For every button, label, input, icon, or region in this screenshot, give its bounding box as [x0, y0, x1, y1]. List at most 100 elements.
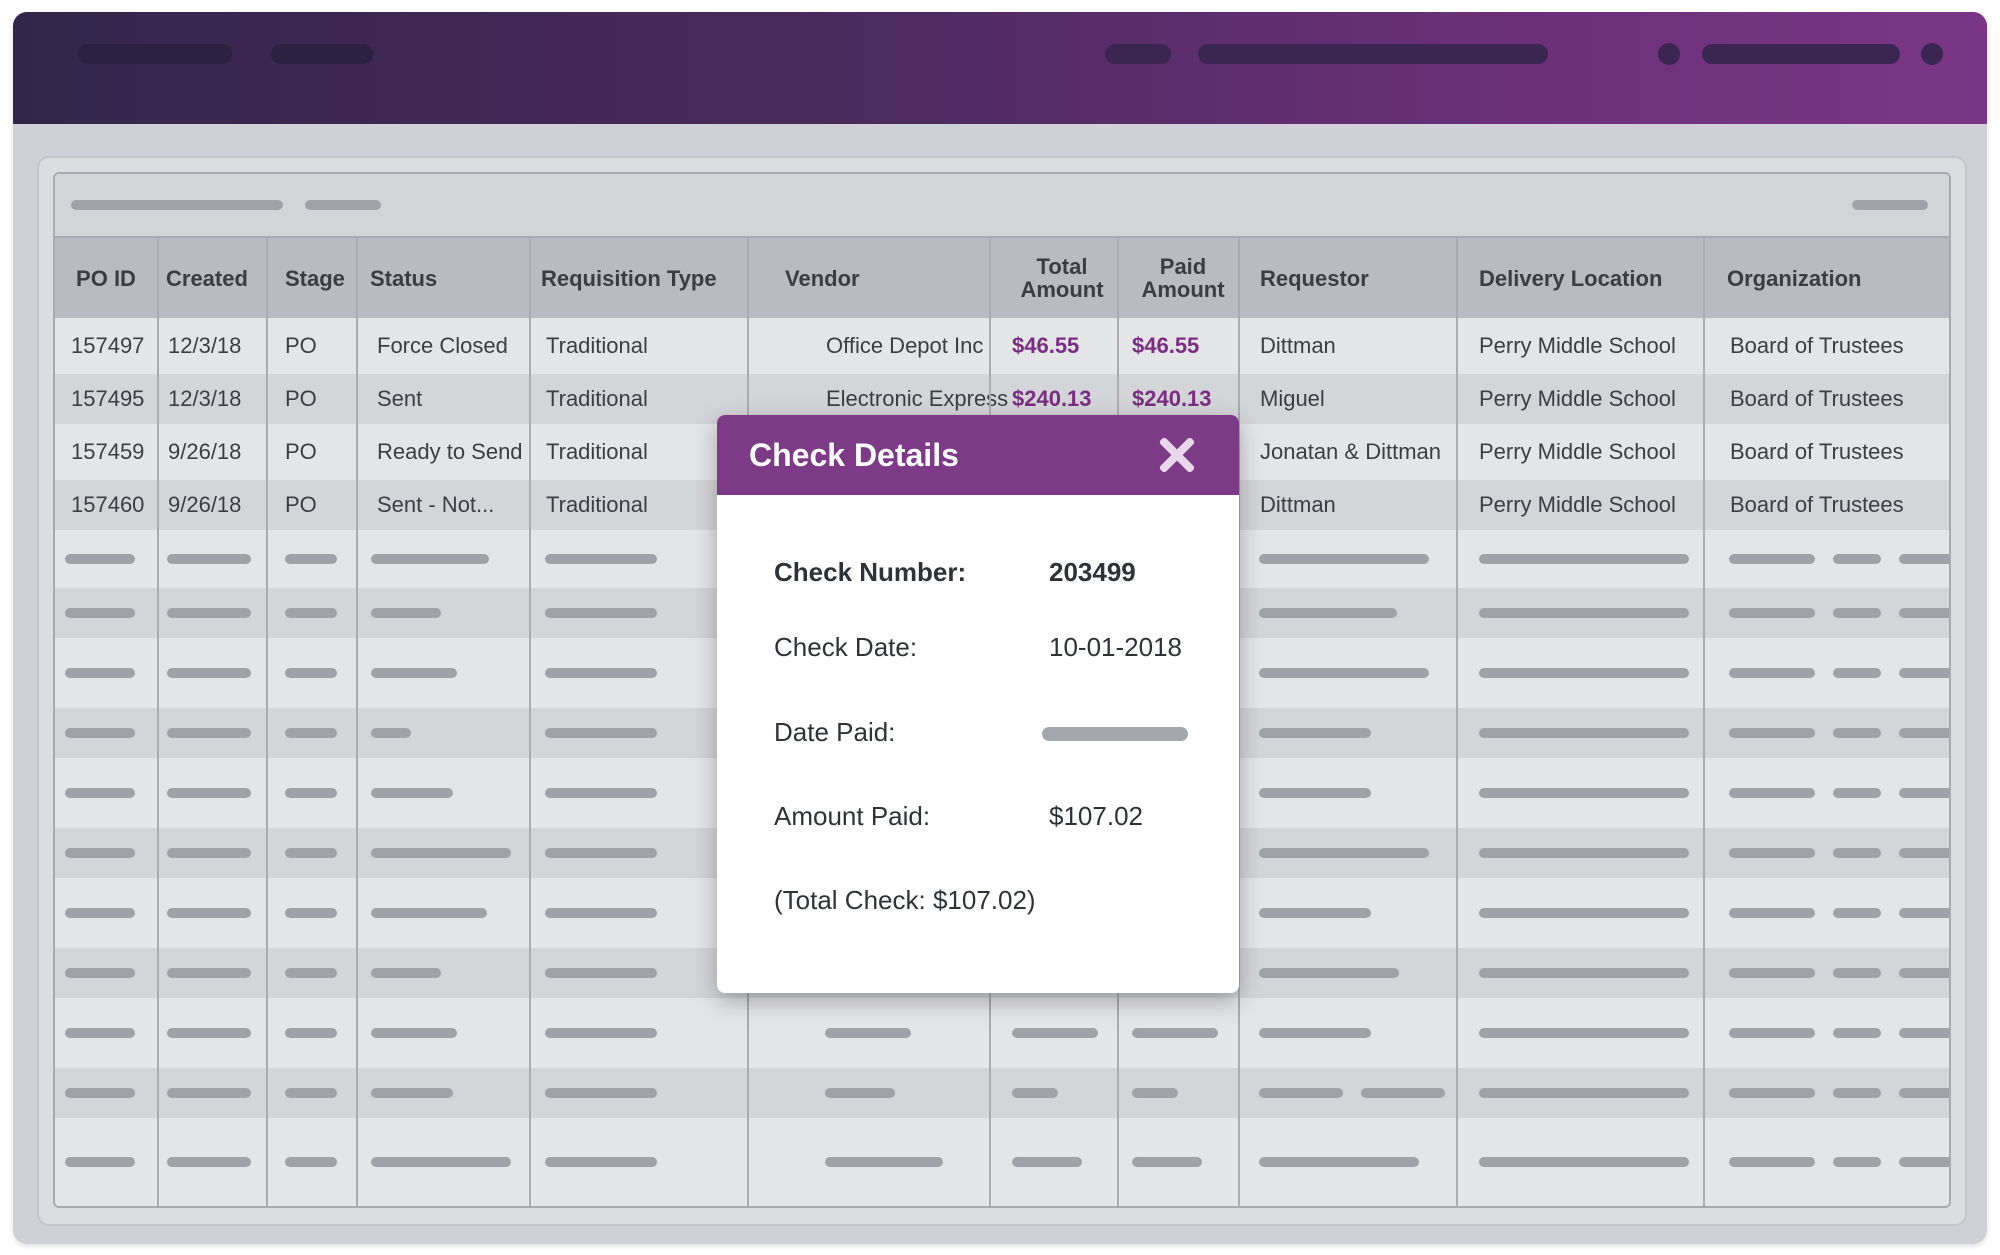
column-header-stage[interactable]: Stage [285, 238, 365, 318]
nav-item-placeholder[interactable] [1105, 44, 1171, 64]
column-header-delivery-location[interactable]: Delivery Location [1479, 238, 1709, 318]
toolbar-placeholder [305, 200, 381, 210]
cell-status: Force Closed [377, 333, 508, 358]
cell-placeholder-total-amount [1012, 1028, 1098, 1038]
cell-placeholder-delivery-location [1479, 1088, 1689, 1098]
cell-placeholder-organization [1729, 848, 1815, 858]
column-divider [157, 238, 159, 1206]
cell-placeholder-created [167, 788, 251, 798]
cell-placeholder-requestor [1259, 554, 1429, 564]
cell-placeholder-stage [285, 728, 337, 738]
nav-item-placeholder[interactable] [271, 44, 373, 64]
cell-requisition-type: Traditional [546, 386, 648, 411]
cell-placeholder-organization [1833, 608, 1881, 618]
cell-organization: Board of Trustees [1730, 333, 1904, 358]
cell-placeholder-po-id [65, 908, 135, 918]
cell-delivery-location: Perry Middle School [1479, 333, 1676, 358]
notification-icon[interactable] [1658, 43, 1680, 65]
cell-placeholder-organization [1899, 728, 1949, 738]
column-divider [266, 238, 268, 1206]
cell-placeholder-organization [1899, 908, 1949, 918]
table-header: PO ID Created Stage Status Requisition T… [55, 238, 1949, 320]
cell-vendor: Electronic Express [826, 386, 1009, 411]
cell-placeholder-status [371, 1028, 457, 1038]
column-header-created[interactable]: Created [166, 238, 266, 318]
check-date-label: Check Date: [774, 632, 918, 662]
column-header-requestor[interactable]: Requestor [1260, 238, 1460, 318]
cell-placeholder-requestor [1259, 788, 1371, 798]
cell-placeholder-created [167, 1028, 251, 1038]
column-header-vendor[interactable]: Vendor [785, 238, 985, 318]
cell-placeholder-requisition-type [545, 908, 657, 918]
cell-placeholder-stage [285, 554, 337, 564]
cell-placeholder-organization [1833, 668, 1881, 678]
cell-placeholder-total-amount [1012, 1088, 1058, 1098]
cell-placeholder-organization [1833, 788, 1881, 798]
cell-po-id: 157459 [71, 439, 145, 464]
column-header-paid-amount[interactable]: Paid Amount [1133, 238, 1233, 318]
cell-placeholder-organization [1833, 1157, 1881, 1167]
date-paid-label: Date Paid: [774, 717, 896, 747]
cell-placeholder-requisition-type [545, 728, 657, 738]
cell-paid-amount: $240.13 [1132, 386, 1212, 411]
cell-placeholder-stage [285, 848, 337, 858]
cell-delivery-location: Perry Middle School [1479, 386, 1676, 411]
cell-placeholder-created [167, 1088, 251, 1098]
column-divider [1703, 238, 1705, 1206]
cell-placeholder-po-id [65, 788, 135, 798]
user-menu-placeholder[interactable] [1702, 44, 1900, 64]
search-bar-placeholder[interactable] [1198, 44, 1548, 64]
cell-placeholder-requisition-type [545, 968, 657, 978]
cell-status: Sent [377, 386, 423, 411]
cell-placeholder-paid-amount [1132, 1028, 1218, 1038]
column-header-total-amount[interactable]: Total Amount [1012, 238, 1112, 318]
cell-placeholder-organization [1899, 848, 1949, 858]
cell-placeholder-po-id [65, 554, 135, 564]
column-header-requisition-type[interactable]: Requisition Type [541, 238, 751, 318]
cell-placeholder-paid-amount [1132, 1088, 1178, 1098]
cell-placeholder-stage [285, 1028, 337, 1038]
table-row[interactable]: 157497 12/3/18 PO Force Closed Traditional Of… [55, 318, 1949, 374]
cell-placeholder-po-id [65, 848, 135, 858]
cell-po-id: 157497 [71, 333, 145, 358]
cell-placeholder-organization [1899, 968, 1949, 978]
cell-placeholder-po-id [65, 1088, 135, 1098]
cell-total-amount: $46.55 [1012, 333, 1080, 358]
cell-placeholder-po-id [65, 608, 135, 618]
close-icon[interactable] [1153, 431, 1201, 479]
cell-placeholder-organization [1729, 728, 1815, 738]
cell-placeholder-total-amount [1012, 1157, 1082, 1167]
cell-placeholder-requisition-type [545, 1088, 657, 1098]
cell-requisition-type: Traditional [546, 492, 648, 517]
table-row[interactable] [55, 1118, 1949, 1206]
cell-stage: PO [285, 333, 317, 358]
cell-placeholder-organization [1899, 554, 1949, 564]
column-header-organization[interactable]: Organization [1727, 238, 1927, 318]
date-paid-placeholder [1042, 727, 1188, 741]
cell-placeholder-status [371, 608, 441, 618]
nav-item-placeholder[interactable] [78, 44, 232, 64]
cell-placeholder-stage [285, 908, 337, 918]
cell-placeholder-requisition-type [545, 554, 657, 564]
cell-placeholder-status [371, 908, 487, 918]
column-header-status[interactable]: Status [370, 238, 520, 318]
cell-placeholder-requestor [1259, 728, 1371, 738]
cell-placeholder-organization [1833, 1088, 1881, 1098]
cell-placeholder-requestor [1259, 1028, 1371, 1038]
check-number-value: 203499 [1049, 557, 1136, 587]
cell-delivery-location: Perry Middle School [1479, 439, 1676, 464]
cell-placeholder-organization [1899, 1088, 1949, 1098]
avatar[interactable] [1921, 43, 1943, 65]
cell-placeholder-organization [1833, 848, 1881, 858]
table-toolbar [55, 174, 1949, 238]
cell-placeholder-stage [285, 608, 337, 618]
cell-placeholder-status [371, 788, 453, 798]
cell-placeholder-po-id [65, 728, 135, 738]
table-row[interactable] [55, 998, 1949, 1068]
cell-placeholder-created [167, 608, 251, 618]
cell-placeholder-status [371, 1088, 453, 1098]
cell-requestor: Miguel [1260, 386, 1325, 411]
column-header-po-id[interactable]: PO ID [55, 238, 157, 318]
cell-placeholder-organization [1729, 908, 1815, 918]
table-row[interactable] [55, 1068, 1949, 1118]
